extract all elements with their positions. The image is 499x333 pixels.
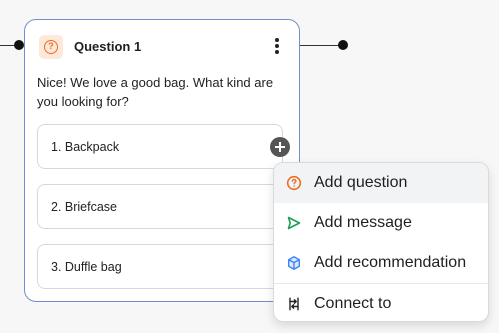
question-type-icon: ? (39, 35, 63, 59)
connect-icon (289, 297, 299, 311)
menu-item-label: Add question (314, 174, 408, 191)
answer-option-briefcase[interactable]: 2. Briefcase (37, 184, 283, 229)
node-title: Question 1 (74, 39, 142, 54)
answer-option-duffle-bag[interactable]: 3. Duffle bag (37, 244, 283, 289)
menu-item-add-recommendation[interactable]: Add recommendation (274, 243, 488, 283)
menu-item-add-question[interactable]: Add question (274, 163, 488, 203)
more-options-icon[interactable] (273, 38, 281, 56)
cube-icon (288, 256, 300, 270)
question-node-card[interactable]: ? Question 1 Nice! We love a good bag. W… (24, 19, 300, 302)
question-icon (286, 175, 302, 191)
question-prompt: Nice! We love a good bag. What kind are … (37, 75, 274, 109)
menu-item-connect-to[interactable]: Connect to (274, 284, 488, 321)
menu-item-label: Add message (314, 214, 412, 231)
answer-option-backpack[interactable]: 1. Backpack (37, 124, 283, 169)
node-header: ? Question 1 (39, 35, 285, 59)
incoming-connector-dot[interactable] (14, 40, 24, 50)
outgoing-connector-line (300, 45, 341, 46)
menu-item-label: Connect to (314, 295, 392, 312)
outgoing-connector-dot[interactable] (338, 40, 348, 50)
menu-item-add-message[interactable]: Add message (274, 203, 488, 243)
send-icon (287, 216, 301, 230)
add-connection-plus-icon[interactable] (270, 137, 290, 157)
menu-item-label: Add recommendation (314, 254, 467, 271)
add-node-menu: Add question Add message Add recommendat… (273, 162, 489, 322)
